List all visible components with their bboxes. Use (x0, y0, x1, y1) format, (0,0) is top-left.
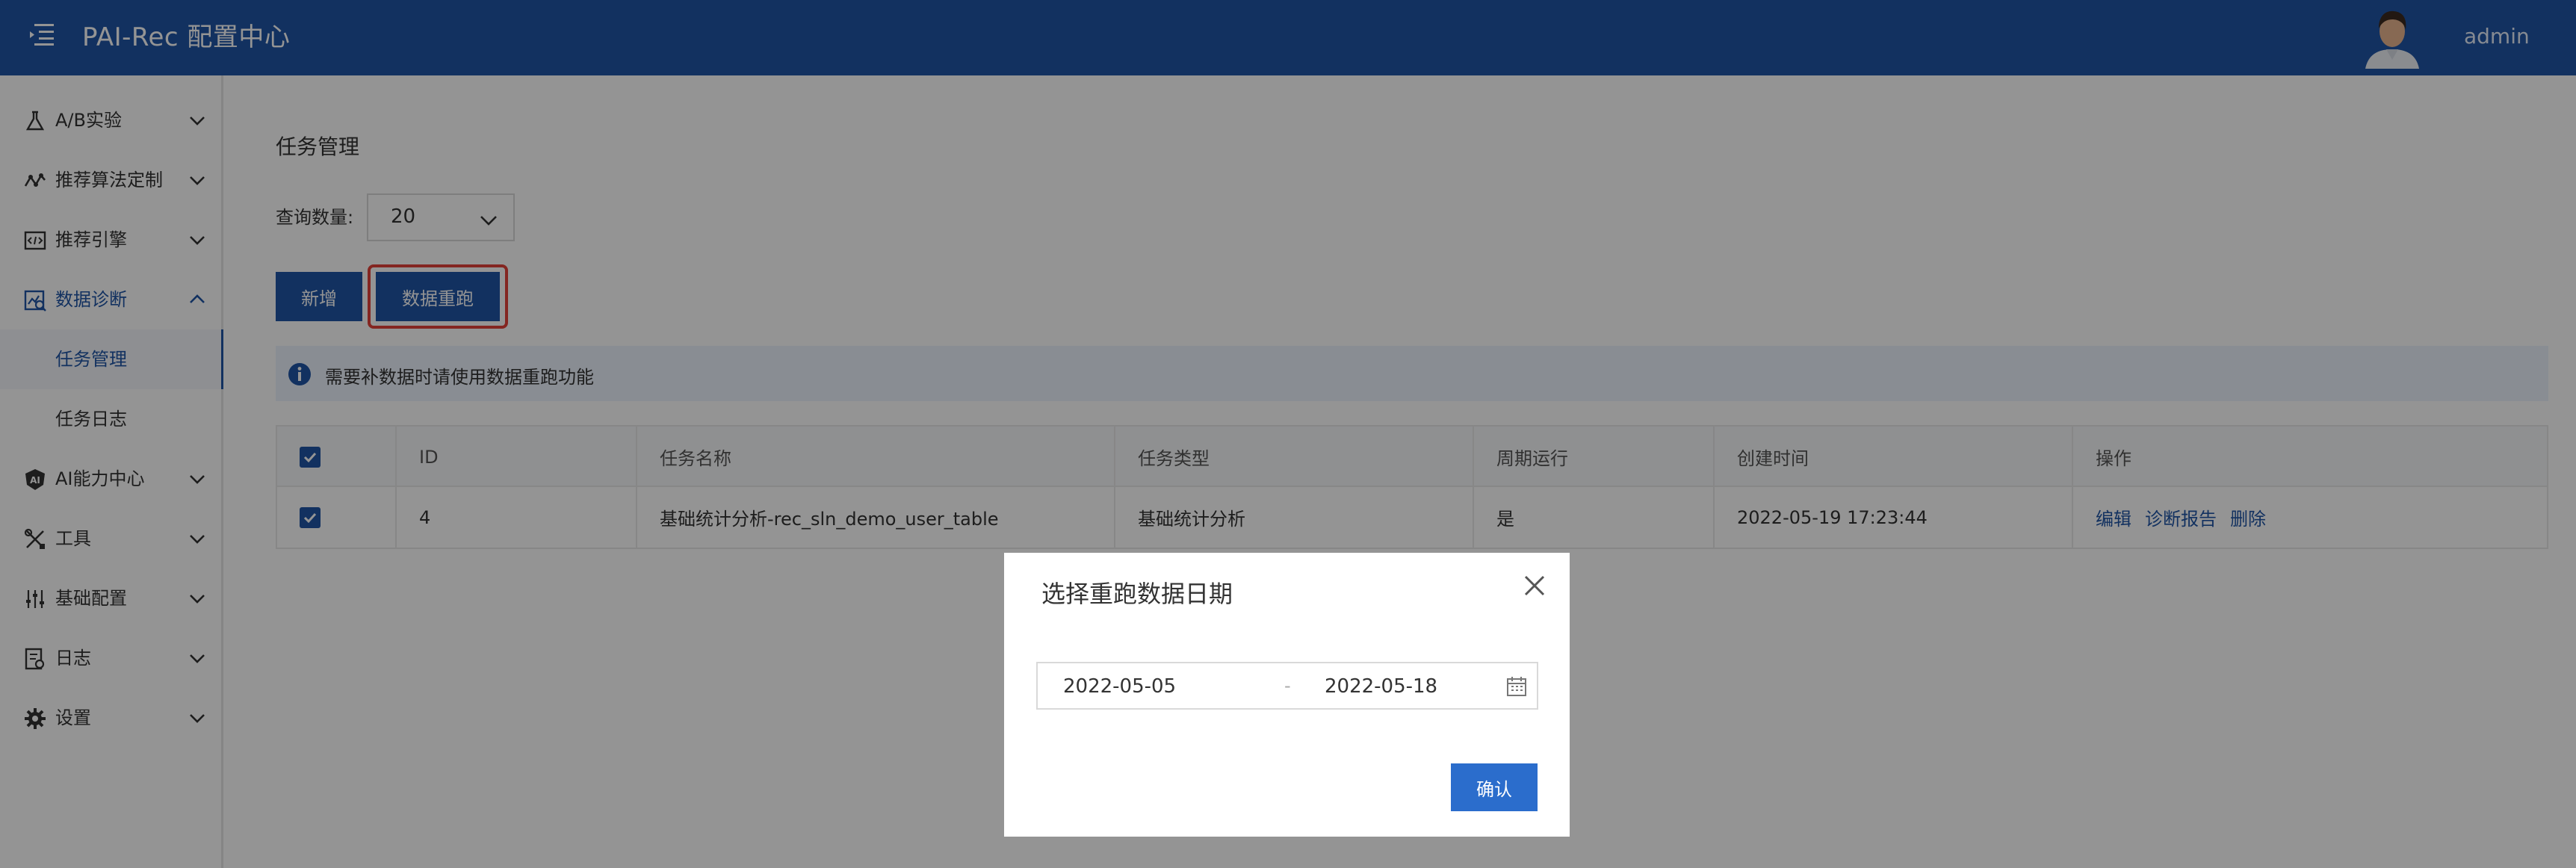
end-date-input[interactable]: 2022-05-18 (1325, 675, 1437, 698)
calendar-icon[interactable] (1505, 675, 1528, 698)
close-icon[interactable] (1520, 571, 1549, 601)
date-range-picker[interactable]: 2022-05-05 - 2022-05-18 (1036, 662, 1538, 710)
start-date-input[interactable]: 2022-05-05 (1063, 675, 1176, 698)
date-separator: - (1284, 675, 1291, 696)
rerun-date-modal: 选择重跑数据日期 2022-05-05 - 2022-05-18 确认 (1004, 553, 1570, 837)
modal-title: 选择重跑数据日期 (1041, 580, 1233, 608)
confirm-button[interactable]: 确认 (1451, 763, 1538, 811)
